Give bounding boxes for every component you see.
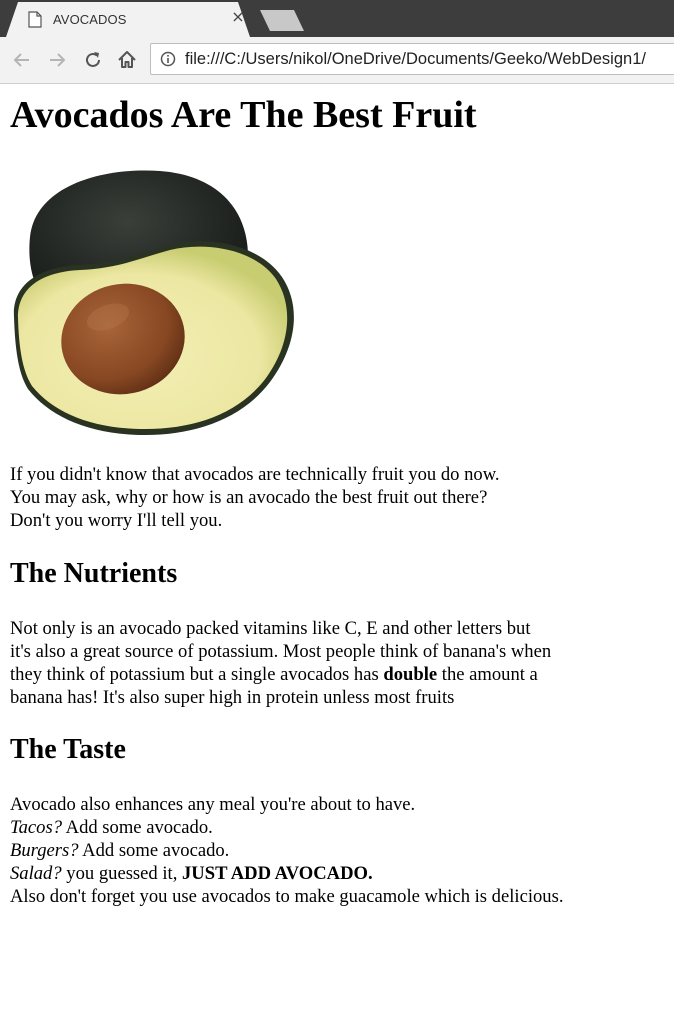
new-tab-button[interactable]	[260, 10, 304, 31]
nutrients-line: banana has! It's also super high in prot…	[10, 687, 455, 708]
taste-heading: The Taste	[10, 734, 126, 765]
taste-text: Add some avocado.	[62, 817, 213, 838]
avocado-image	[10, 167, 296, 437]
forward-arrow-icon[interactable]	[46, 49, 68, 71]
double-emphasis: double	[383, 664, 438, 685]
nutrients-text: the amount a	[437, 664, 538, 685]
nutrients-heading: The Nutrients	[10, 558, 178, 589]
nutrients-line: they think of potassium but a single avo…	[10, 663, 551, 686]
intro-line: If you didn't know that avocados are tec…	[10, 464, 500, 485]
nutrients-text: they think of potassium but a single avo…	[10, 664, 384, 685]
tacos-question: Tacos?	[10, 817, 63, 838]
just-add-avocado: JUST ADD AVOCADO.	[182, 863, 373, 884]
home-icon[interactable]	[116, 49, 138, 71]
intro-line: You may ask, why or how is an avocado th…	[10, 487, 488, 508]
nutrients-paragraph: Not only is an avocado packed vitamins l…	[10, 617, 551, 709]
salad-question: Salad?	[10, 863, 62, 884]
intro-line: Don't you worry I'll tell you.	[10, 510, 223, 531]
taste-line: Tacos? Add some avocado.	[10, 816, 563, 839]
taste-line: Also don't forget you use avocados to ma…	[10, 886, 564, 907]
intro-paragraph: If you didn't know that avocados are tec…	[10, 463, 500, 532]
taste-text: you guessed it,	[61, 863, 182, 884]
info-icon[interactable]	[160, 51, 176, 67]
burgers-question: Burgers?	[10, 840, 79, 861]
url-text: file:///C:/Users/nikol/OneDrive/Document…	[185, 50, 646, 68]
taste-paragraph: Avocado also enhances any meal you're ab…	[10, 793, 563, 908]
nutrients-line: it's also a great source of potassium. M…	[10, 641, 552, 662]
taste-line: Salad? you guessed it, JUST ADD AVOCADO.	[10, 862, 563, 885]
close-icon[interactable]: ×	[229, 8, 247, 26]
taste-line: Burgers? Add some avocado.	[10, 839, 563, 862]
browser-tab[interactable]: AVOCADOS ×	[6, 2, 250, 37]
back-arrow-icon[interactable]	[11, 49, 33, 71]
taste-line: Avocado also enhances any meal you're ab…	[10, 794, 416, 815]
tab-title: AVOCADOS	[53, 12, 127, 27]
page-icon	[28, 11, 42, 28]
page-title: Avocados Are The Best Fruit	[10, 94, 477, 136]
nutrients-line: Not only is an avocado packed vitamins l…	[10, 618, 531, 639]
tab-strip: AVOCADOS ×	[0, 0, 674, 37]
taste-text: Add some avocado.	[78, 840, 230, 861]
browser-toolbar: file:///C:/Users/nikol/OneDrive/Document…	[0, 37, 674, 84]
address-bar[interactable]: file:///C:/Users/nikol/OneDrive/Document…	[150, 43, 674, 75]
reload-icon[interactable]	[82, 49, 104, 71]
